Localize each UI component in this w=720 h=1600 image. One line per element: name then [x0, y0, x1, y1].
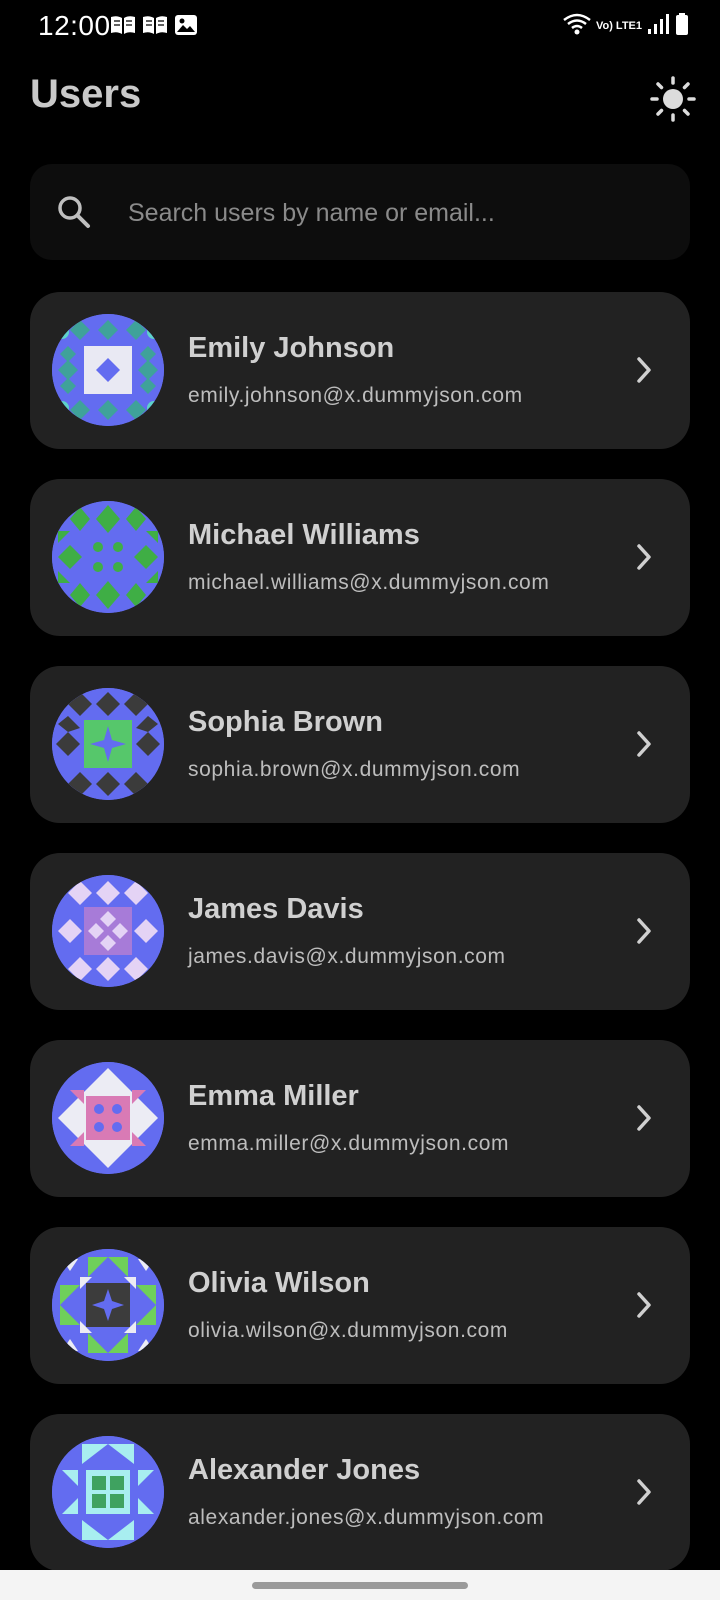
search-bar[interactable] [30, 164, 690, 260]
user-list: Emily Johnson emily.johnson@x.dummyjson.… [30, 292, 690, 1600]
search-input[interactable] [126, 184, 670, 242]
status-bar: 12:00 Vo) LTE1 [0, 0, 720, 52]
user-name: Emma Miller [188, 1080, 359, 1112]
user-email: michael.williams@x.dummyjson.com [188, 571, 550, 594]
avatar [52, 501, 164, 613]
user-email: emma.miller@x.dummyjson.com [188, 1132, 510, 1155]
network-type-label: Vo) LTE1 [595, 20, 642, 32]
battery-icon [674, 12, 690, 41]
avatar [52, 875, 164, 987]
system-icons: Vo) LTE1 [562, 12, 690, 41]
page-title: Users [30, 72, 142, 116]
home-gesture-handle[interactable] [252, 1582, 468, 1589]
user-card[interactable]: Olivia Wilson olivia.wilson@x.dummyjson.… [30, 1227, 690, 1384]
user-name: Sophia Brown [188, 706, 383, 738]
user-card[interactable]: Emma Miller emma.miller@x.dummyjson.com [30, 1040, 690, 1197]
theme-toggle-button[interactable] [650, 76, 696, 122]
notification-icons [110, 14, 198, 36]
signal-icon [646, 12, 670, 41]
user-name: Alexander Jones [188, 1454, 421, 1486]
sun-icon [650, 76, 696, 126]
user-card[interactable]: Emily Johnson emily.johnson@x.dummyjson.… [30, 292, 690, 449]
wifi-icon [562, 12, 592, 41]
user-email: olivia.wilson@x.dummyjson.com [188, 1319, 508, 1342]
chevron-right-icon [634, 543, 654, 576]
chevron-right-icon [634, 917, 654, 950]
user-card[interactable]: Sophia Brown sophia.brown@x.dummyjson.co… [30, 666, 690, 823]
user-name: Emily Johnson [188, 332, 395, 364]
user-name: Michael Williams [188, 519, 420, 551]
system-navigation-bar [0, 1570, 720, 1600]
book-icon [110, 14, 136, 36]
user-card[interactable]: James Davis james.davis@x.dummyjson.com [30, 853, 690, 1010]
chevron-right-icon [634, 1478, 654, 1511]
user-card[interactable]: Michael Williams michael.williams@x.dumm… [30, 479, 690, 636]
user-card[interactable]: Alexander Jones alexander.jones@x.dummyj… [30, 1414, 690, 1571]
user-email: sophia.brown@x.dummyjson.com [188, 758, 521, 781]
user-email: emily.johnson@x.dummyjson.com [188, 384, 523, 407]
avatar [52, 1436, 164, 1548]
chevron-right-icon [634, 1104, 654, 1137]
chevron-right-icon [634, 730, 654, 763]
search-icon [56, 194, 92, 235]
user-name: James Davis [188, 893, 364, 925]
user-email: james.davis@x.dummyjson.com [188, 945, 506, 968]
status-time: 12:00 [38, 10, 111, 41]
user-email: alexander.jones@x.dummyjson.com [188, 1506, 545, 1529]
user-name: Olivia Wilson [188, 1267, 370, 1299]
avatar [52, 688, 164, 800]
chevron-right-icon [634, 356, 654, 389]
avatar [52, 1249, 164, 1361]
avatar [52, 1062, 164, 1174]
book-icon [142, 14, 168, 36]
users-screen: 12:00 Vo) LTE1 Users Search users by nam… [0, 0, 720, 1600]
image-icon [174, 14, 198, 36]
avatar [52, 314, 164, 426]
chevron-right-icon [634, 1291, 654, 1324]
